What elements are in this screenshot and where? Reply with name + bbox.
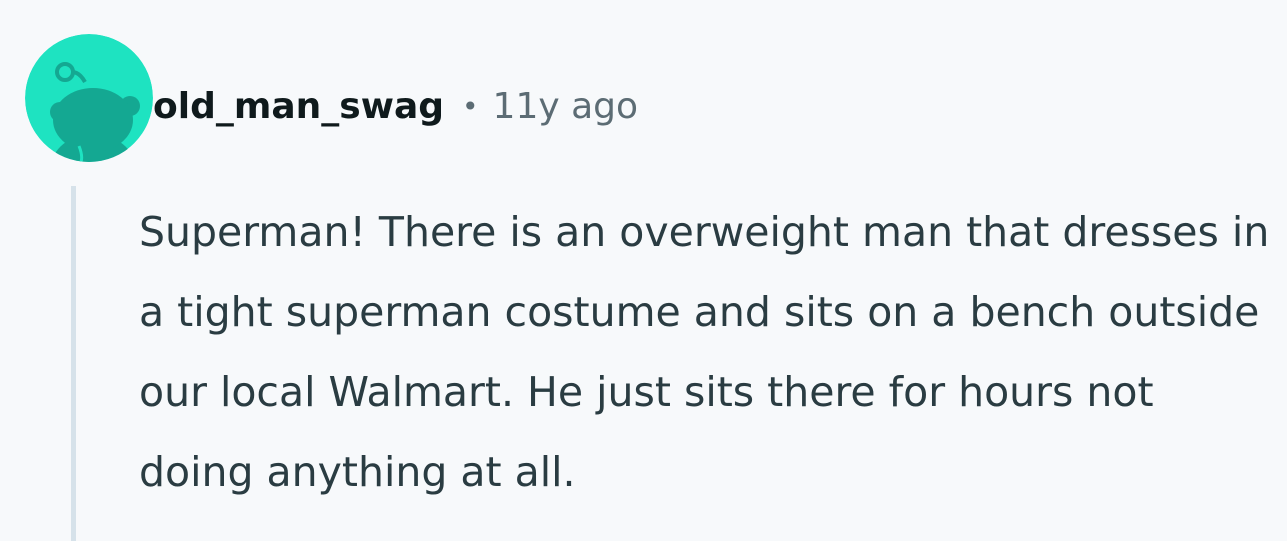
snoo-avatar-icon [25,34,153,162]
meta-separator: • [462,89,479,123]
thread-collapse-line[interactable] [71,186,76,541]
comment-timestamp[interactable]: 11y ago [493,86,639,127]
comment: old_man_swag • 11y ago Superman! There i… [0,0,1287,541]
comment-meta: old_man_swag • 11y ago [153,78,638,134]
author-username[interactable]: old_man_swag [153,86,444,127]
comment-body: Superman! There is an overweight man tha… [139,208,1270,496]
user-avatar[interactable] [25,34,153,162]
